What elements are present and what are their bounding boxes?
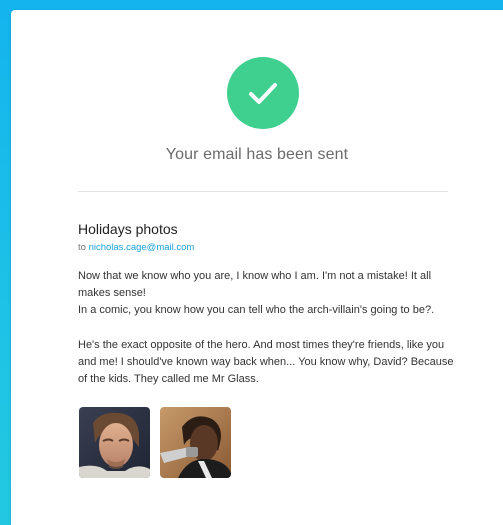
attachment-photo-2[interactable]: [160, 407, 231, 478]
attachment-photo-1[interactable]: [79, 407, 150, 478]
checkmark-icon: [249, 83, 277, 104]
divider: [78, 191, 448, 192]
photo-thumbnail: [160, 407, 231, 478]
photo-thumbnail: [79, 407, 150, 478]
body-line: Now that we know who you are, I know who…: [78, 270, 432, 299]
recipient-email-link[interactable]: nicholas.cage@mail.com: [89, 242, 195, 253]
email-sent-card: Your email has been sent Holidays photos…: [11, 10, 503, 525]
body-line: In a comic, you know how you can tell wh…: [78, 304, 435, 316]
email-recipient: to nicholas.cage@mail.com: [78, 242, 194, 253]
email-body-paragraph-2: He's the exact opposite of the hero. And…: [78, 339, 454, 385]
email-subject: Holidays photos: [78, 221, 178, 237]
success-badge: [227, 57, 299, 129]
recipient-prefix: to: [78, 242, 86, 253]
success-message: Your email has been sent: [165, 146, 349, 163]
email-body-paragraph-1: Now that we know who you are, I know who…: [78, 268, 456, 319]
